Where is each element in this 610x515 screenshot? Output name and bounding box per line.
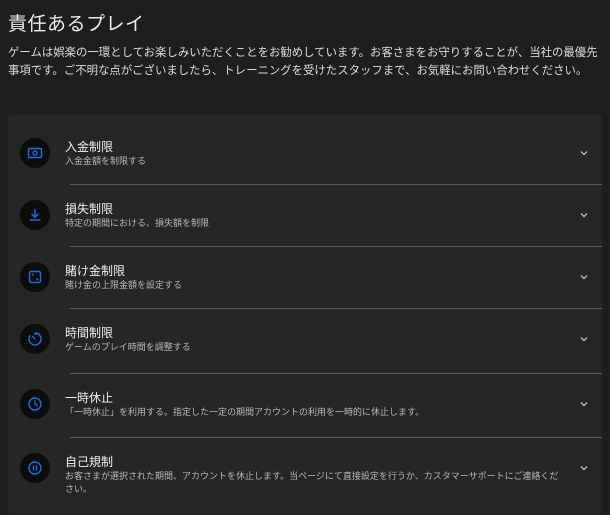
pause-icon (20, 453, 50, 483)
download-icon (20, 200, 50, 230)
page-title: 責任あるプレイ (8, 13, 145, 35)
item-description: 賭け金の上限金額を設定する (65, 281, 183, 291)
item-title: 時間制限 (65, 326, 114, 340)
chevron-down-icon[interactable] (578, 271, 590, 283)
divider (70, 437, 602, 438)
dice-icon (20, 262, 50, 292)
wager-limit-item[interactable]: 賭け金制限 賭け金の上限金額を設定する (8, 249, 602, 309)
divider (70, 308, 602, 309)
time-limit-item[interactable]: 時間制限 ゲームのプレイ時間を調整する (8, 311, 602, 371)
item-title: 一時休止 (65, 391, 114, 405)
chevron-down-icon[interactable] (578, 398, 590, 410)
limits-panel: 入金制限 入金金額を制限する 損失制限 特定の期間における、損失額を制限 賭け金… (8, 115, 602, 515)
intro-text: ゲームは娯楽の一環としてお楽しみいただくことをお勧めしています。お客さまをお守り… (8, 45, 598, 77)
self-exclusion-item[interactable]: 自己規制 お客さまが選択された期間、アカウントを休止します。当ページにて直接設定… (8, 440, 602, 510)
item-title: 自己規制 (65, 455, 114, 469)
break-item[interactable]: 一時休止 「一時休止」を利用する。指定した一定の期間アカウントの利用を一時的に休… (8, 376, 602, 436)
chevron-down-icon[interactable] (578, 209, 590, 221)
item-description: 入金金額を制限する (65, 157, 147, 167)
item-title: 損失制限 (65, 202, 114, 216)
chevron-down-icon[interactable] (578, 462, 590, 474)
divider (70, 373, 602, 374)
divider (70, 246, 602, 247)
item-description: 特定の期間における、損失額を制限 (65, 219, 210, 229)
cash-icon (20, 138, 50, 168)
item-description: ゲームのプレイ時間を調整する (65, 343, 191, 353)
chevron-down-icon[interactable] (578, 333, 590, 345)
clock-icon (20, 389, 50, 419)
item-description: お客さまが選択された期間、アカウントを休止します。当ページにて直接設定を行うか、… (65, 472, 559, 495)
item-description: 「一時休止」を利用する。指定した一定の期間アカウントの利用を一時的に休止します。 (65, 408, 425, 418)
loss-limit-item[interactable]: 損失制限 特定の期間における、損失額を制限 (8, 187, 602, 247)
deposit-limit-item[interactable]: 入金制限 入金金額を制限する (8, 125, 602, 185)
item-title: 入金制限 (65, 140, 114, 154)
timer-icon (20, 324, 50, 354)
divider (70, 184, 602, 185)
item-title: 賭け金制限 (65, 264, 126, 278)
chevron-down-icon[interactable] (578, 147, 590, 159)
responsible-gaming-page: 責任あるプレイ ゲームは娯楽の一環としてお楽しみいただくことをお勧めしています。… (0, 0, 610, 515)
